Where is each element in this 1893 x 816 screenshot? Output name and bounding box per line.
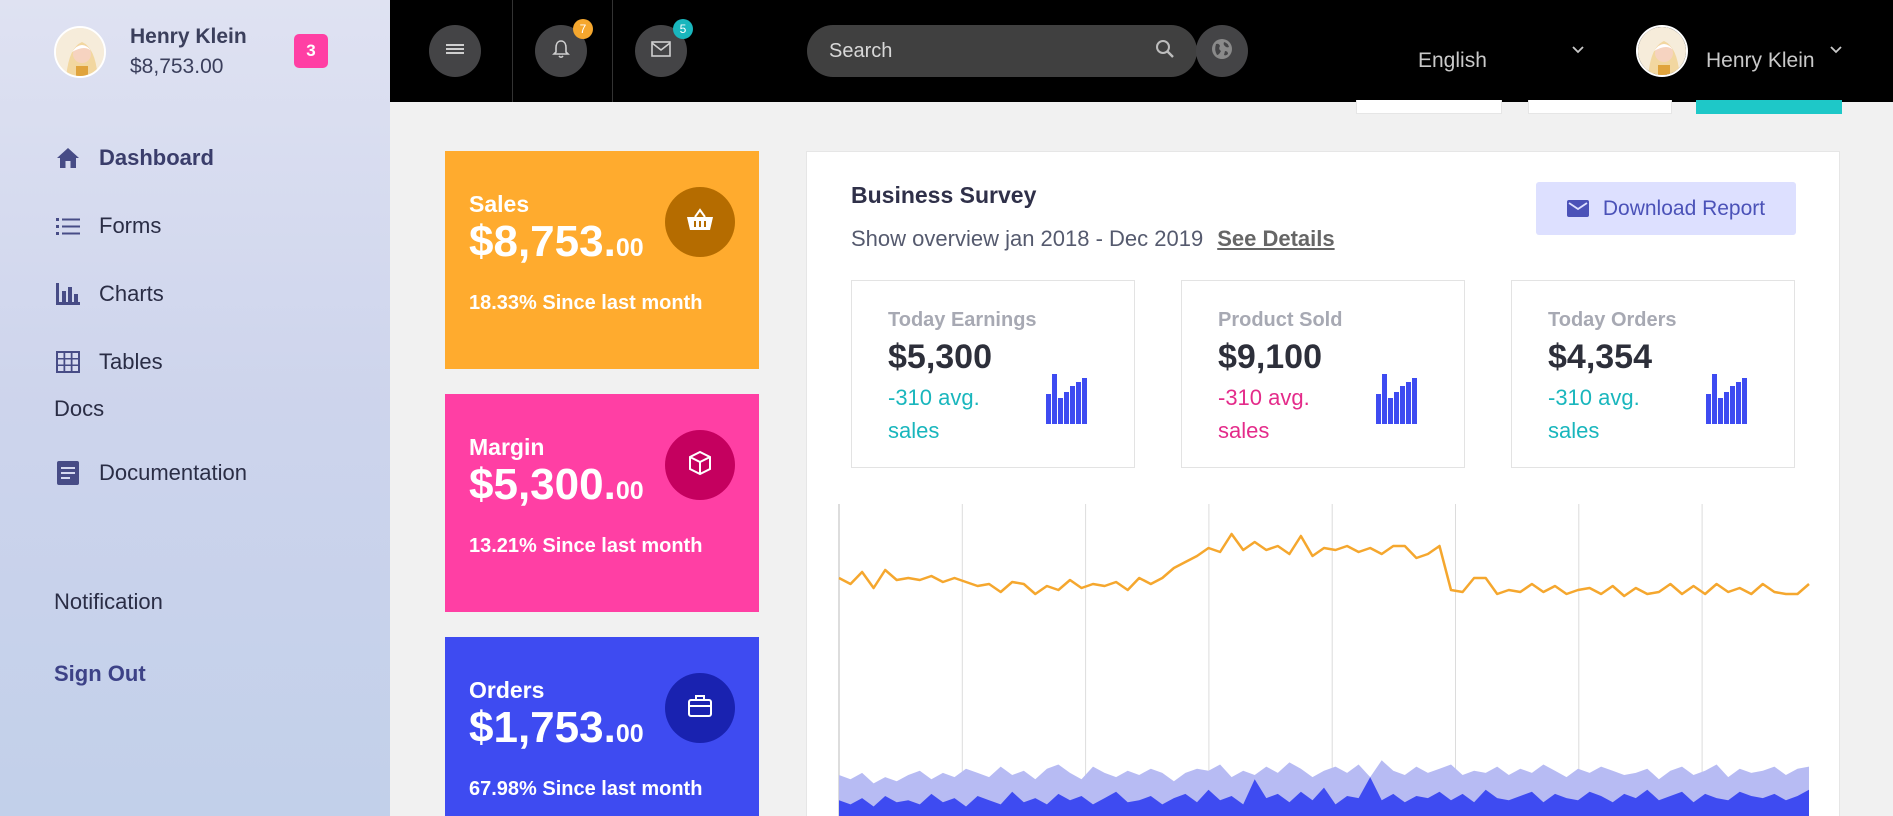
sidebar-item-forms[interactable]: Forms: [54, 192, 214, 260]
mini-delta: -310 avg. sales: [888, 385, 980, 443]
toolbar-button-partial[interactable]: [1696, 100, 1842, 114]
sidebar-item-documentation[interactable]: Documentation: [54, 439, 247, 507]
sidebar-item-label: Charts: [99, 281, 164, 306]
notification-count-badge[interactable]: 3: [294, 34, 328, 68]
sidebar: Henry Klein $8,753.00 3 Dashboard Forms …: [0, 0, 390, 816]
mini-bar-chart-icon: [1376, 372, 1420, 429]
messages-button[interactable]: 5: [635, 19, 693, 77]
notification-link[interactable]: Notification: [54, 589, 163, 615]
divider: [612, 0, 613, 102]
sidebar-nav: Dashboard Forms Charts Tables: [54, 124, 214, 396]
sidebar-item-label: Tables: [99, 349, 163, 374]
card-icon-circle: [665, 430, 735, 500]
toolbar-button-partial[interactable]: [1356, 100, 1502, 114]
search-bar: [807, 25, 1197, 77]
sign-out-link[interactable]: Sign Out: [54, 661, 146, 687]
notification-count: 7: [573, 19, 593, 39]
sidebar-item-charts[interactable]: Charts: [54, 260, 214, 328]
briefcase-icon: [687, 694, 713, 723]
mini-title: Today Earnings: [888, 309, 1037, 331]
search-icon[interactable]: [1155, 39, 1175, 64]
list-icon: [54, 212, 82, 240]
sidebar-item-dashboard[interactable]: Dashboard: [54, 124, 214, 192]
chevron-down-icon[interactable]: [1830, 41, 1842, 59]
orders-card: Orders $1,753.00 67.98% Since last month: [445, 637, 759, 816]
cube-icon: [687, 450, 713, 481]
docs-heading: Docs: [54, 396, 105, 421]
search-input[interactable]: [829, 39, 1155, 63]
see-details-link[interactable]: See Details: [1217, 226, 1334, 251]
profile-balance: $8,753.00: [130, 55, 224, 78]
hamburger-icon: [446, 42, 464, 61]
divider: [512, 0, 513, 102]
mail-icon: [1566, 200, 1589, 217]
mini-delta: -310 avg. sales: [1548, 385, 1640, 443]
globe-icon: [1211, 38, 1233, 65]
margin-card: Margin $5,300.00 13.21% Since last month: [445, 394, 759, 612]
panel-title: Business Survey: [851, 182, 1037, 208]
product-sold-card: Product Sold $9,100 -310 avg. sales: [1181, 280, 1465, 468]
today-earnings-card: Today Earnings $5,300 -310 avg. sales: [851, 280, 1135, 468]
message-count: 5: [673, 19, 693, 39]
mail-icon: [651, 40, 671, 62]
sidebar-item-tables[interactable]: Tables: [54, 328, 214, 396]
avatar[interactable]: [1636, 25, 1688, 77]
card-icon-circle: [665, 673, 735, 743]
sidebar-item-label: Documentation: [99, 460, 247, 485]
card-change: 18.33% Since last month: [469, 292, 703, 314]
sidebar-item-label: Forms: [99, 213, 162, 238]
download-report-button[interactable]: Download Report: [1536, 182, 1796, 235]
language-button[interactable]: [1196, 25, 1248, 77]
home-icon: [54, 144, 82, 172]
panel-subtitle: Show overview jan 2018 - Dec 2019 See Det…: [851, 226, 1335, 251]
language-label[interactable]: English: [1418, 49, 1487, 73]
card-change: 67.98% Since last month: [469, 778, 703, 800]
toolbar-button-partial[interactable]: [1528, 100, 1672, 114]
bell-icon: [552, 39, 570, 64]
sales-card: Sales $8,753.00 18.33% Since last month: [445, 151, 759, 369]
survey-line-chart: [838, 504, 1810, 816]
sidebar-item-label: Dashboard: [99, 145, 214, 170]
table-icon: [54, 348, 82, 376]
mini-title: Product Sold: [1218, 309, 1343, 331]
line-series: [838, 532, 1810, 598]
business-survey-panel: Business Survey Show overview jan 2018 -…: [806, 151, 1840, 816]
notifications-button[interactable]: 7: [535, 19, 593, 77]
mini-bar-chart-icon: [1046, 372, 1090, 429]
card-icon-circle: [665, 187, 735, 257]
document-icon: [54, 459, 82, 487]
sidebar-profile[interactable]: Henry Klein $8,753.00: [54, 25, 247, 79]
today-orders-card: Today Orders $4,354 -310 avg. sales: [1511, 280, 1795, 468]
mini-delta: -310 avg. sales: [1218, 385, 1310, 443]
bar-chart-icon: [54, 280, 82, 308]
card-change: 13.21% Since last month: [469, 535, 703, 557]
avatar: [54, 26, 106, 78]
top-bar: 7 5 English Henry Klein: [390, 0, 1893, 102]
profile-name: Henry Klein: [130, 25, 247, 48]
chevron-down-icon[interactable]: [1572, 41, 1584, 59]
basket-icon: [686, 207, 714, 237]
menu-toggle-button[interactable]: [429, 25, 481, 77]
user-menu-name[interactable]: Henry Klein: [1706, 49, 1815, 73]
mini-bar-chart-icon: [1706, 372, 1750, 429]
mini-title: Today Orders: [1548, 309, 1677, 331]
